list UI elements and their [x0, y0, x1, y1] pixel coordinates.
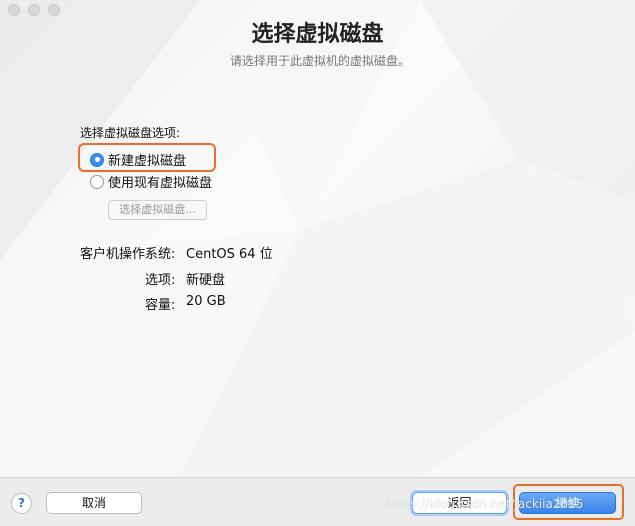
- os-value: CentOS 64 位: [186, 247, 273, 262]
- radio-new-disk-label: 新建虚拟磁盘: [108, 154, 187, 169]
- option-value: 新硬盘: [186, 273, 226, 288]
- close-button[interactable]: [8, 4, 20, 16]
- option-label: 选项:: [145, 273, 176, 288]
- help-icon[interactable]: ?: [11, 493, 32, 514]
- background-pattern: [0, 0, 635, 477]
- radio-existing-disk-label: 使用现有虚拟磁盘: [108, 176, 213, 191]
- radio-new-disk[interactable]: 新建虚拟磁盘: [90, 150, 186, 169]
- radio-unselected-icon[interactable]: [90, 174, 104, 189]
- dialog-window: 选择虚拟磁盘 请选择用于此虚拟机的虚拟磁盘。 选择虚拟磁盘选项: 新建虚拟磁盘 …: [0, 0, 635, 526]
- radio-existing-disk[interactable]: 使用现有虚拟磁盘: [90, 172, 212, 191]
- cancel-button[interactable]: 取消: [46, 492, 142, 514]
- disk-options-label: 选择虚拟磁盘选项:: [80, 126, 181, 140]
- capacity-value: 20 GB: [186, 294, 226, 309]
- minimize-button[interactable]: [28, 4, 40, 16]
- os-label-text: 客户机操作系统:: [80, 247, 176, 262]
- window-controls: [8, 4, 60, 16]
- capacity-label: 容量:: [145, 298, 176, 313]
- choose-disk-button: 选择虚拟磁盘...: [108, 200, 207, 220]
- page-subtitle: 请选择用于此虚拟机的虚拟磁盘。: [229, 54, 410, 68]
- page-title: 选择虚拟磁盘: [251, 22, 384, 47]
- watermark-text: https://blog.csdn.net/Jackiia2015: [386, 497, 584, 511]
- zoom-button[interactable]: [48, 4, 60, 16]
- radio-selected-icon[interactable]: [90, 152, 104, 167]
